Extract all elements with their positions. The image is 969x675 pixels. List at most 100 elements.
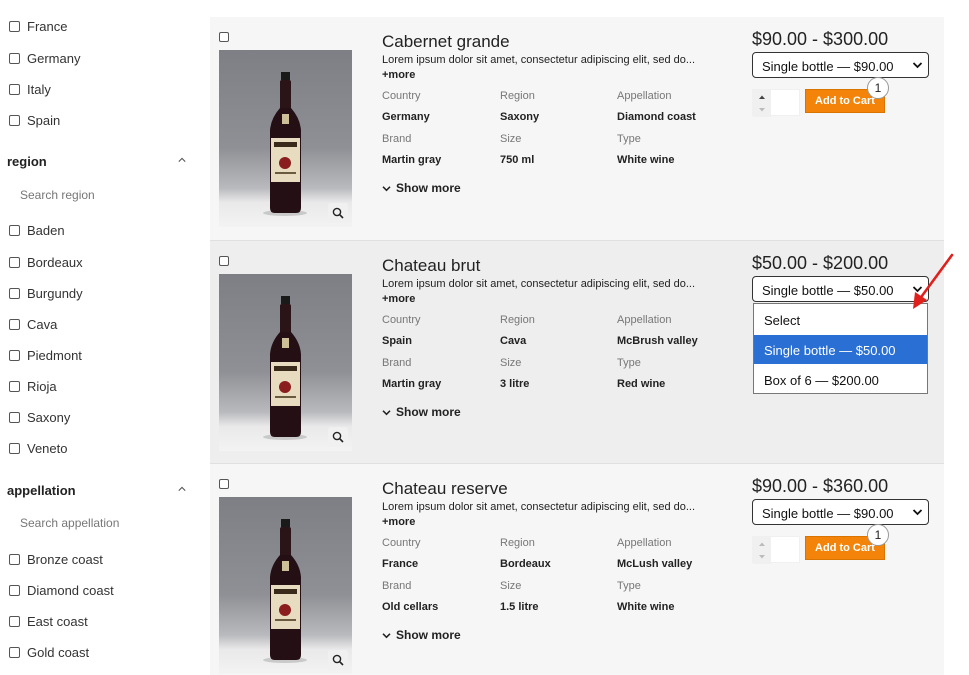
more-link[interactable]: +more — [382, 69, 415, 81]
variant-select[interactable]: Single bottle — $50.00 — [752, 276, 929, 302]
product-image[interactable] — [219, 497, 352, 674]
attribute-value: Spain — [382, 335, 412, 347]
quantity-input[interactable] — [752, 536, 800, 564]
checkbox[interactable] — [9, 349, 20, 361]
filter-option-country[interactable]: Germany — [9, 49, 80, 67]
more-link[interactable]: +more — [382, 293, 415, 305]
wine-bottle-icon — [263, 296, 307, 440]
stepper-arrows-icon — [759, 95, 765, 112]
attribute-label: Region — [500, 90, 535, 102]
checkbox[interactable] — [9, 380, 20, 392]
attribute-value: Old cellars — [382, 601, 439, 613]
product-image[interactable] — [219, 50, 352, 227]
attribute-value: White wine — [617, 154, 675, 166]
quantity-stepper[interactable] — [753, 90, 771, 117]
attribute-value: Martin gray — [382, 154, 442, 166]
attribute-label: Brand — [382, 357, 412, 369]
filter-option-region[interactable]: Bordeaux — [9, 253, 83, 271]
filter-option-region[interactable]: Burgundy — [9, 284, 83, 302]
checkbox[interactable] — [9, 83, 20, 95]
attribute-value: Red wine — [617, 378, 666, 390]
region-search-input[interactable]: Search region — [20, 188, 95, 202]
show-more-label: Show more — [396, 628, 461, 642]
checkbox[interactable] — [9, 224, 20, 236]
filter-option-appellation[interactable]: Bronze coast — [9, 550, 103, 568]
checkbox[interactable] — [9, 52, 20, 64]
product-name[interactable]: Cabernet grande — [382, 32, 510, 52]
chevron-down-icon — [382, 632, 391, 638]
checkbox[interactable] — [9, 615, 20, 627]
variant-selected-value: Single bottle — $90.00 — [762, 59, 894, 74]
filter-option-region[interactable]: Cava — [9, 315, 57, 333]
filter-option-region[interactable]: Veneto — [9, 439, 68, 457]
filter-option-label: Veneto — [27, 440, 68, 456]
filter-option-appellation[interactable]: Diamond coast — [9, 581, 114, 599]
chevron-down-icon — [912, 62, 923, 69]
show-more-toggle[interactable]: Show more — [382, 405, 461, 419]
checkbox[interactable] — [9, 553, 20, 565]
filter-option-country[interactable]: Italy — [9, 80, 51, 98]
product-description: Lorem ipsum dolor sit amet, consectetur … — [382, 54, 696, 66]
product-select-checkbox[interactable] — [219, 32, 229, 42]
zoom-button[interactable] — [328, 650, 348, 670]
filter-option-country[interactable]: Spain — [9, 111, 60, 129]
variant-select[interactable]: Single bottle — $90.00 — [752, 499, 929, 525]
filter-option-region[interactable]: Piedmont — [9, 346, 82, 364]
checkbox[interactable] — [9, 442, 20, 454]
region-filter-title[interactable]: region — [7, 154, 47, 169]
dropdown-option-box-of-6[interactable]: Box of 6 — $200.00 — [754, 365, 927, 394]
product-image[interactable] — [219, 274, 352, 451]
checkbox[interactable] — [9, 411, 20, 423]
attribute-label: Region — [500, 314, 535, 326]
show-more-toggle[interactable]: Show more — [382, 181, 461, 195]
filter-option-label: Saxony — [27, 409, 71, 425]
zoom-button[interactable] — [328, 427, 348, 447]
product-description: Lorem ipsum dolor sit amet, consectetur … — [382, 278, 696, 290]
checkbox[interactable] — [9, 287, 20, 299]
filter-option-label: Italy — [27, 81, 51, 97]
attribute-label: Country — [382, 314, 421, 326]
dropdown-option-select[interactable]: Select — [754, 305, 927, 334]
filter-option-label: Burgundy — [27, 285, 83, 301]
filter-option-region[interactable]: Baden — [9, 221, 65, 239]
show-more-toggle[interactable]: Show more — [382, 628, 461, 642]
appellation-filter-title[interactable]: appellation — [7, 483, 76, 498]
filter-option-label: Piedmont — [27, 347, 82, 363]
quantity-input[interactable] — [752, 89, 800, 117]
chevron-up-icon[interactable] — [178, 156, 186, 164]
magnifier-icon — [332, 207, 344, 219]
variant-select[interactable]: Single bottle — $90.00 — [752, 52, 929, 78]
dropdown-option-single-bottle[interactable]: Single bottle — $50.00 — [754, 335, 927, 364]
checkbox[interactable] — [9, 584, 20, 596]
filter-option-region[interactable]: Saxony — [9, 408, 70, 426]
variant-selected-value: Single bottle — $50.00 — [762, 283, 894, 298]
product-select-checkbox[interactable] — [219, 479, 229, 489]
chevron-up-icon[interactable] — [178, 485, 186, 493]
stepper-arrows-icon — [759, 542, 765, 559]
quantity-stepper[interactable] — [753, 537, 771, 564]
more-link[interactable]: +more — [382, 516, 415, 528]
checkbox[interactable] — [9, 646, 20, 658]
price-range: $90.00 - $300.00 — [752, 29, 889, 49]
variant-dropdown-menu: Select Single bottle — $50.00 Box of 6 —… — [753, 303, 928, 394]
attribute-label: Type — [617, 133, 641, 145]
attribute-label: Appellation — [617, 90, 672, 102]
appellation-search-input[interactable]: Search appellation — [20, 516, 119, 530]
attribute-value: White wine — [617, 601, 675, 613]
checkbox[interactable] — [9, 256, 20, 268]
product-name[interactable]: Chateau brut — [382, 256, 480, 276]
product-select-checkbox[interactable] — [219, 256, 229, 266]
checkbox[interactable] — [9, 20, 20, 32]
filter-option-appellation[interactable]: Gold coast — [9, 643, 89, 661]
chevron-down-icon — [382, 185, 391, 191]
filter-option-country[interactable]: France — [9, 17, 67, 35]
filter-option-appellation[interactable]: East coast — [9, 612, 88, 630]
filter-option-region[interactable]: Rioja — [9, 377, 57, 395]
checkbox[interactable] — [9, 318, 20, 330]
attribute-value: France — [382, 558, 419, 570]
zoom-button[interactable] — [328, 203, 348, 223]
attribute-value: 1.5 litre — [500, 601, 539, 613]
attribute-label: Brand — [382, 133, 412, 145]
product-name[interactable]: Chateau reserve — [382, 479, 508, 499]
checkbox[interactable] — [9, 114, 20, 126]
